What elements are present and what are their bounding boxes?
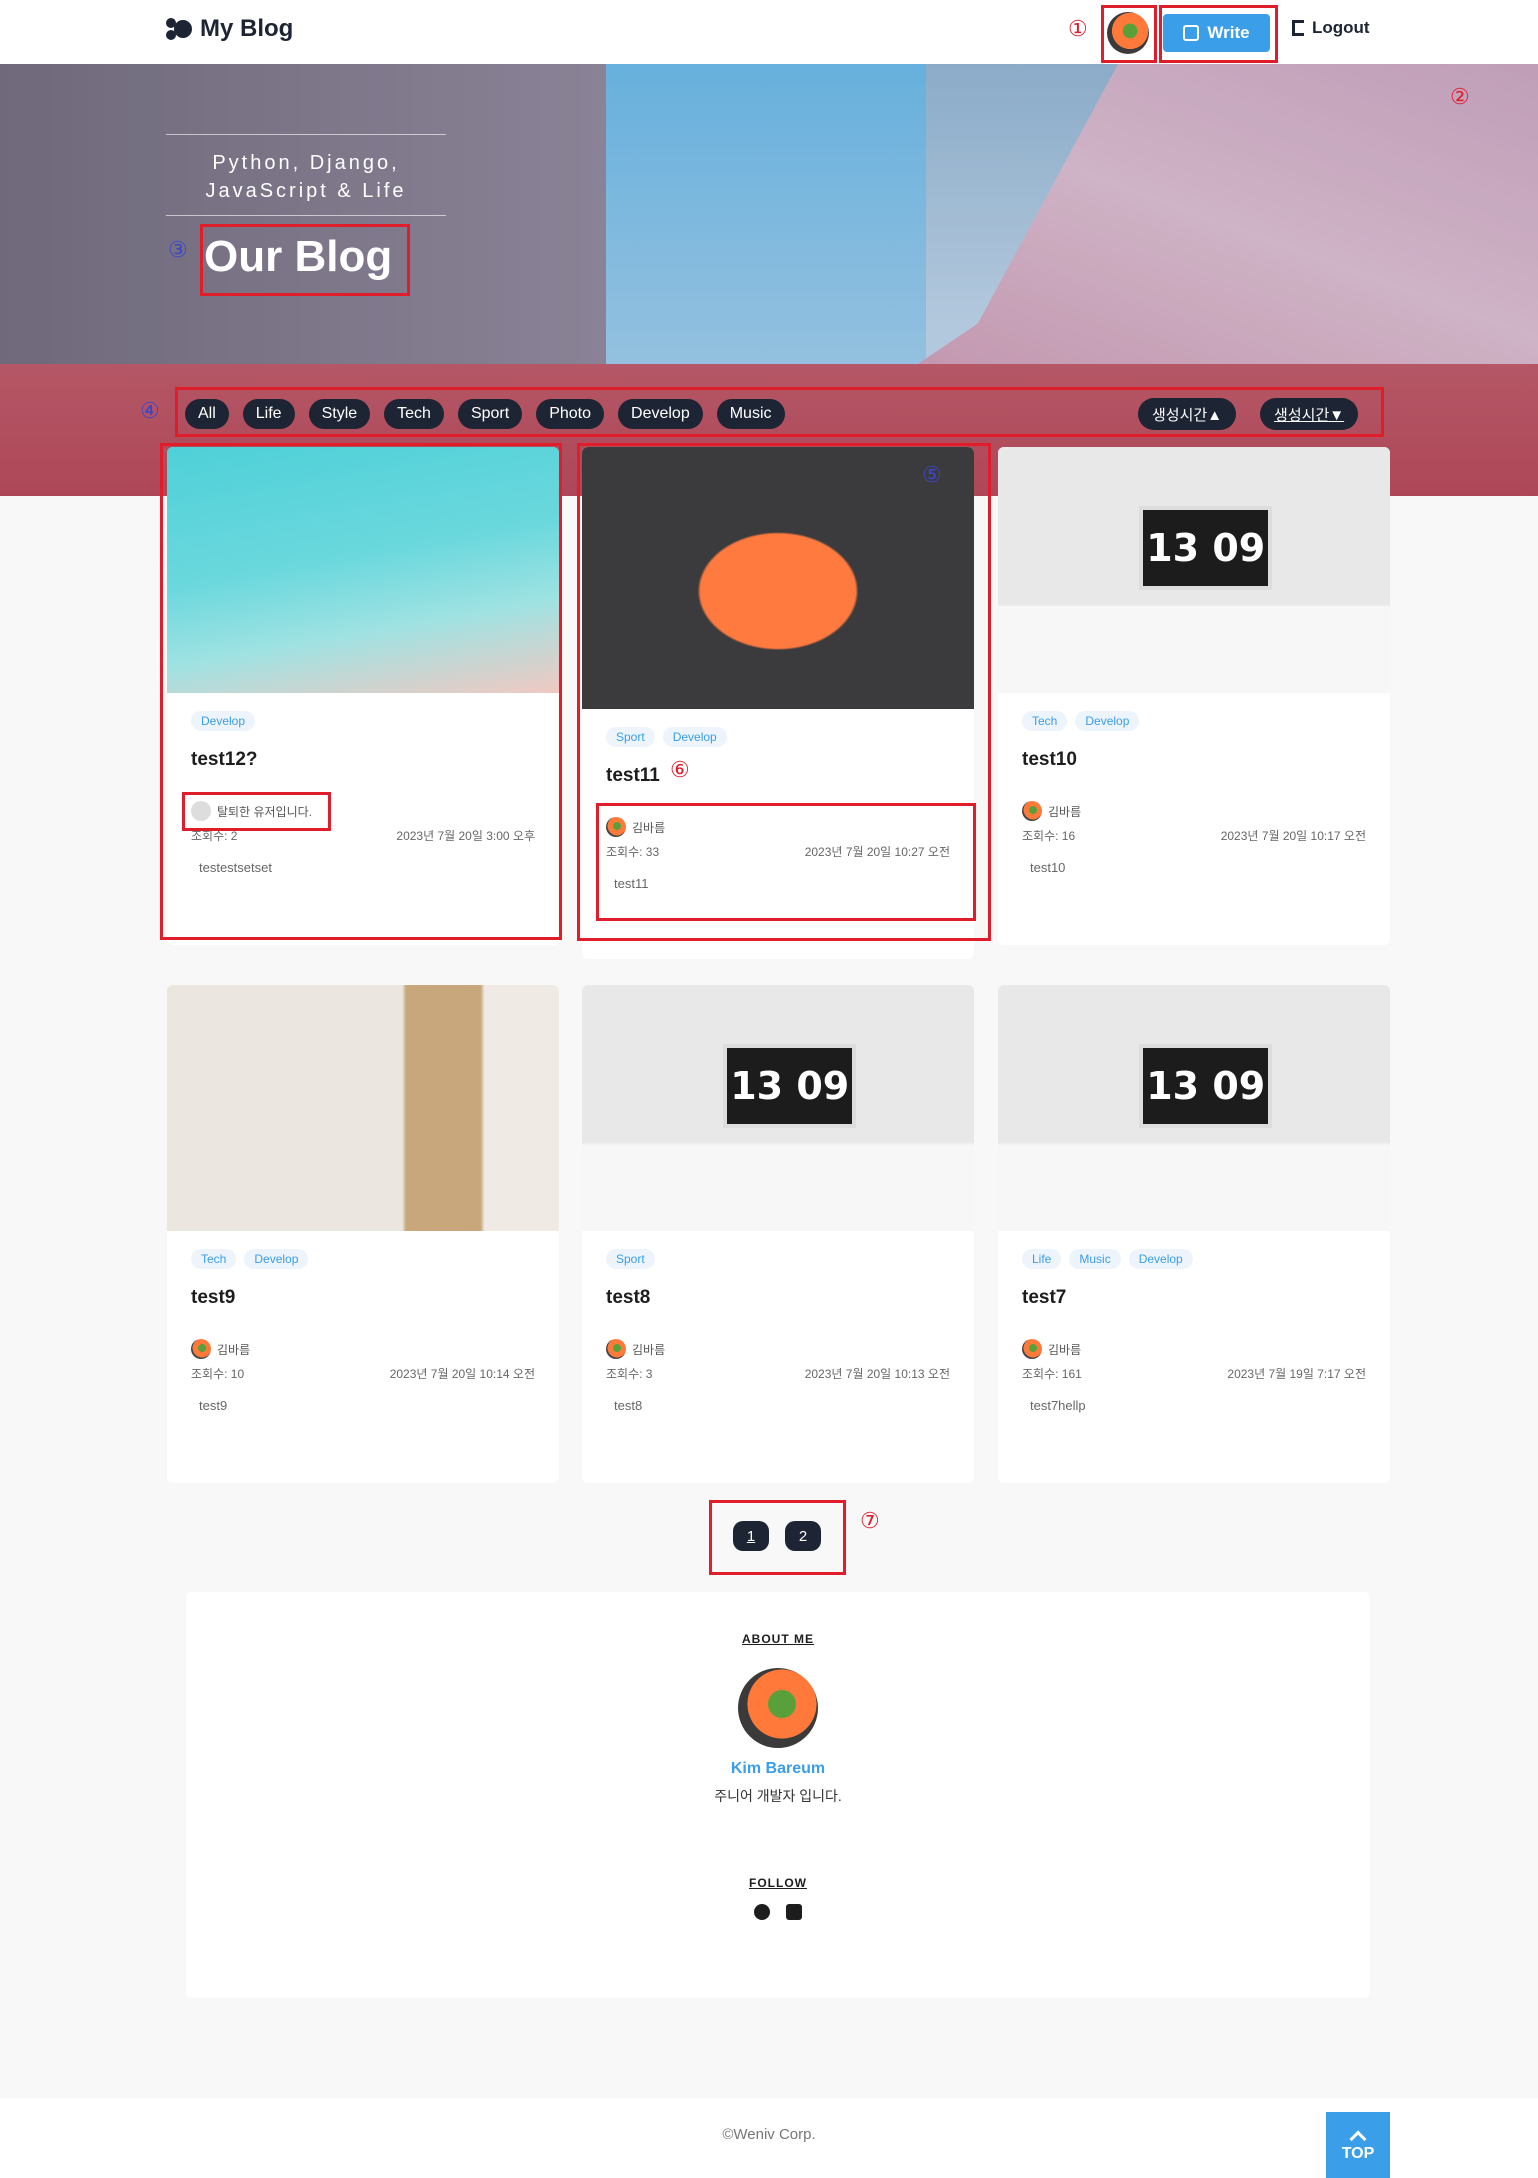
logout-icon [1292, 20, 1304, 36]
github-icon[interactable] [754, 1904, 770, 1920]
annotation-number: ① [1068, 16, 1088, 41]
annotation-number: ④ [140, 398, 160, 423]
post-title[interactable]: test8 [606, 1287, 950, 1309]
logout-button[interactable]: Logout [1292, 18, 1370, 38]
annotation-box-3 [200, 224, 410, 296]
about-description: 주니어 개발자 입니다. [714, 1788, 842, 1804]
annotation-box-5a [160, 443, 562, 940]
post-thumbnail: 13 09 [998, 447, 1390, 693]
clock-display: 13 09 [723, 1044, 857, 1128]
annotation-box-6 [596, 803, 976, 921]
about-avatar [738, 1668, 818, 1748]
annotation-number: ⑦ [860, 1508, 880, 1533]
post-tag[interactable]: Develop [1128, 1249, 1193, 1269]
annotation-number: ⑤ [922, 462, 942, 487]
post-thumbnail [167, 985, 559, 1231]
follow-heading: FOLLOW [749, 1876, 807, 1890]
post-thumbnail: 13 09 [998, 985, 1390, 1231]
annotation-box-1 [1101, 5, 1157, 63]
logo-icon [164, 14, 194, 44]
post-author: 김바름 [1022, 1339, 1366, 1359]
top-label: TOP [1341, 2145, 1375, 2162]
post-tag[interactable]: Develop [1075, 711, 1140, 731]
post-card[interactable]: 13 09 Sport test8 김바름 조회수: 3 2023년 7월 20일… [582, 985, 974, 1483]
post-author: 김바름 [191, 1339, 535, 1359]
annotation-box-1b [1159, 5, 1278, 63]
mail-icon[interactable] [786, 1904, 802, 1920]
clock-display: 13 09 [1139, 1044, 1273, 1128]
post-date: 2023년 7월 20일 10:13 오전 [804, 1367, 950, 1381]
about-panel: ABOUT ME Kim Bareum 주니어 개발자 입니다. FOLLOW [186, 1592, 1370, 1998]
annotation-number: ⑥ [670, 757, 690, 782]
clock-display: 13 09 [1139, 506, 1273, 590]
post-card[interactable]: 13 09 Life Music Develop test7 김바름 조회수: 16… [998, 985, 1390, 1483]
author-avatar [606, 1339, 626, 1359]
post-title[interactable]: test7 [1022, 1287, 1366, 1309]
post-date: 2023년 7월 20일 10:17 오전 [1220, 829, 1366, 843]
post-title[interactable]: test10 [1022, 749, 1366, 771]
post-tag[interactable]: Develop [244, 1249, 309, 1269]
view-count: 조회수: 3 [606, 1367, 653, 1381]
author-avatar [1022, 1339, 1042, 1359]
post-title[interactable]: test9 [191, 1287, 535, 1309]
post-date: 2023년 7월 20일 10:14 오전 [389, 1367, 535, 1381]
annotation-number: ② [1450, 84, 1470, 109]
post-card[interactable]: Tech Develop test9 김바름 조회수: 10 2023년 7월 20… [167, 985, 559, 1483]
post-tag[interactable]: Tech [191, 1249, 237, 1269]
author-avatar [191, 1339, 211, 1359]
hero-tagline: Python, Django, JavaScript & Life [166, 134, 446, 216]
post-author: 김바름 [1022, 801, 1366, 821]
post-tag[interactable]: Music [1069, 1249, 1121, 1269]
logo-text: My Blog [200, 15, 294, 42]
logo-link[interactable]: My Blog [164, 14, 293, 44]
page: My Blog Write Logout Python, Django, Jav… [0, 0, 1538, 2178]
annotation-box-7 [709, 1500, 846, 1575]
annotation-box-author [182, 792, 331, 831]
post-date: 2023년 7월 19일 7:17 오전 [1227, 1367, 1366, 1381]
about-heading: ABOUT ME [742, 1632, 814, 1646]
copyright: ©Weniv Corp. [722, 2126, 816, 2143]
logout-label: Logout [1312, 18, 1370, 37]
annotation-box-4 [175, 387, 1384, 437]
post-excerpt: test7hellp [1030, 1398, 1086, 1413]
author-avatar [1022, 801, 1042, 821]
annotation-number: ③ [168, 237, 188, 262]
post-card[interactable]: 13 09 Tech Develop test10 김바름 조회수: 16 2023… [998, 447, 1390, 945]
view-count: 조회수: 16 [1022, 829, 1076, 843]
scroll-top-button[interactable]: TOP [1326, 2112, 1390, 2178]
post-excerpt: test9 [199, 1398, 228, 1413]
post-excerpt: test10 [1030, 860, 1066, 875]
view-count: 조회수: 161 [1022, 1367, 1082, 1381]
post-thumbnail: 13 09 [582, 985, 974, 1231]
post-tag[interactable]: Tech [1022, 711, 1068, 731]
about-name: Kim Bareum [730, 1760, 826, 1777]
post-tag[interactable]: Sport [606, 1249, 655, 1269]
post-tag[interactable]: Life [1022, 1249, 1062, 1269]
view-count: 조회수: 10 [191, 1367, 245, 1381]
post-excerpt: test8 [614, 1398, 643, 1413]
post-author: 김바름 [606, 1339, 950, 1359]
